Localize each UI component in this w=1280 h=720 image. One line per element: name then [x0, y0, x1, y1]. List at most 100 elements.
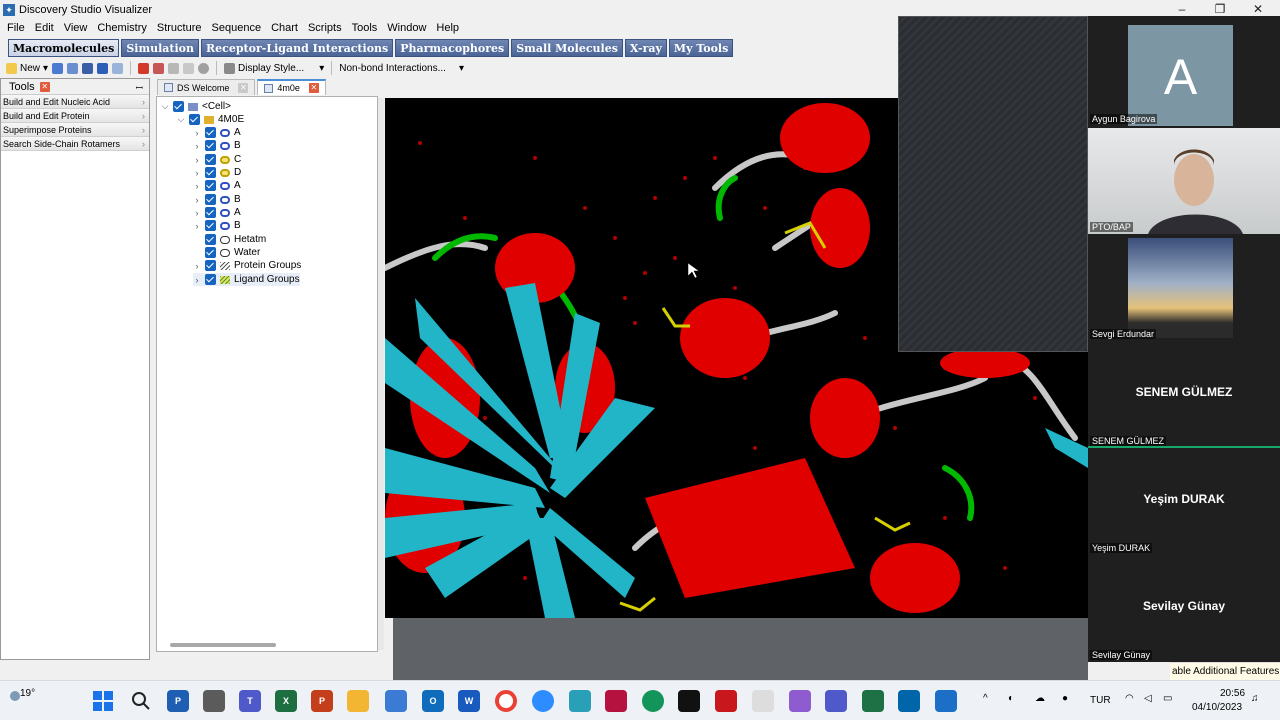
tree-row-group[interactable]: Water — [205, 246, 260, 259]
teams-icon[interactable] — [825, 690, 847, 712]
participant-tile[interactable]: SENEM GÜLMEZ SENEM GÜLMEZ — [1088, 342, 1280, 448]
visibility-checkbox[interactable] — [205, 260, 216, 271]
tree-row-chain[interactable]: › A — [193, 126, 241, 139]
app-icon[interactable] — [605, 690, 627, 712]
store-icon[interactable] — [385, 690, 407, 712]
new-button[interactable]: New ▾ — [6, 62, 48, 74]
vscode-icon[interactable] — [898, 690, 920, 712]
search-icon[interactable] — [130, 690, 152, 712]
language-indicator[interactable]: TUR — [1090, 695, 1111, 706]
chevron-down-icon[interactable]: ▾ — [459, 63, 464, 74]
tree-row-group[interactable]: › Ligand Groups — [193, 273, 300, 286]
tab-xray[interactable]: X-ray — [624, 39, 667, 57]
tree-row-chain[interactable]: › A — [193, 206, 241, 219]
chrome-icon[interactable] — [495, 690, 517, 712]
visibility-checkbox[interactable] — [205, 234, 216, 245]
participant-tile[interactable]: Sevilay Günay Sevilay Günay — [1088, 556, 1280, 662]
collapse-icon[interactable]: ⌵ — [177, 114, 185, 125]
app-icon[interactable] — [642, 690, 664, 712]
collapse-icon[interactable]: ⌵ — [161, 101, 169, 112]
zoom-icon[interactable] — [532, 690, 554, 712]
expand-icon[interactable]: › — [193, 261, 201, 271]
participant-tile[interactable]: Yeşim DURAK Yeşim DURAK — [1088, 449, 1280, 555]
update-icon[interactable]: ◐ — [1008, 693, 1014, 704]
onedrive-icon[interactable]: ☁ — [1035, 693, 1045, 704]
visibility-checkbox[interactable] — [205, 207, 216, 218]
tool-superimpose-proteins[interactable]: Superimpose Proteins — [1, 123, 149, 137]
tab-small-molecules[interactable]: Small Molecules — [511, 39, 623, 57]
participant-tile[interactable]: Sevgi Erdundar — [1088, 235, 1280, 341]
tab-my-tools[interactable]: My Tools — [668, 39, 734, 57]
tab-4m0e[interactable]: 4m0e ✕ — [257, 79, 326, 95]
delete-icon[interactable] — [138, 62, 150, 74]
menu-structure[interactable]: Structure — [152, 22, 207, 34]
menu-sequence[interactable]: Sequence — [207, 22, 267, 34]
display-style-button[interactable]: Display Style... ▾ — [224, 62, 324, 74]
menu-file[interactable]: File — [2, 22, 30, 34]
visibility-checkbox[interactable] — [205, 247, 216, 258]
tree-horizontal-scrollbar[interactable] — [170, 643, 276, 647]
task-view-icon[interactable] — [203, 690, 225, 712]
copy-icon[interactable] — [168, 62, 180, 74]
tab-macromolecules[interactable]: Macromolecules — [8, 39, 120, 57]
expand-icon[interactable]: › — [193, 208, 201, 218]
windows-start-icon[interactable] — [92, 690, 114, 712]
expand-icon[interactable]: › — [193, 155, 201, 165]
tool-search-rotamers[interactable]: Search Side-Chain Rotamers — [1, 137, 149, 151]
menu-view[interactable]: View — [59, 22, 93, 34]
expand-icon[interactable]: › — [193, 195, 201, 205]
acrobat-icon[interactable] — [715, 690, 737, 712]
app-icon[interactable] — [569, 690, 591, 712]
cut-icon[interactable] — [153, 62, 165, 74]
chevron-down-icon[interactable]: ▾ — [43, 63, 48, 74]
visibility-checkbox[interactable] — [205, 220, 216, 231]
close-icon[interactable]: ✕ — [238, 82, 249, 93]
menu-edit[interactable]: Edit — [30, 22, 59, 34]
tree-row-cell[interactable]: ⌵ <Cell> — [161, 100, 231, 113]
tooltip-banner[interactable]: able Additional Features — [1170, 662, 1280, 680]
expand-icon[interactable]: › — [193, 141, 201, 151]
menu-help[interactable]: Help — [431, 22, 464, 34]
outlook-icon[interactable]: O — [422, 690, 444, 712]
clock-date[interactable]: 04/10/2023 — [1192, 702, 1242, 713]
volume-icon[interactable]: ◁ — [1144, 693, 1152, 704]
teams-icon[interactable]: T — [239, 690, 261, 712]
visibility-checkbox[interactable] — [205, 194, 216, 205]
expand-icon[interactable]: › — [193, 275, 201, 285]
tree-row-group[interactable]: › Protein Groups — [193, 259, 301, 272]
tab-pharmacophores[interactable]: Pharmacophores — [395, 39, 510, 57]
menu-window[interactable]: Window — [382, 22, 431, 34]
close-icon[interactable]: ✕ — [308, 83, 319, 93]
tab-simulation[interactable]: Simulation — [121, 39, 200, 57]
clock-time[interactable]: 20:56 — [1220, 688, 1245, 699]
redo-icon[interactable] — [112, 62, 124, 74]
undo-icon[interactable] — [97, 62, 109, 74]
battery-icon[interactable]: ▭ — [1163, 693, 1172, 704]
paste-icon[interactable] — [183, 62, 195, 74]
visibility-checkbox[interactable] — [189, 114, 200, 125]
clipchamp-icon[interactable] — [789, 690, 811, 712]
tree-row-chain[interactable]: › B — [193, 139, 241, 152]
app-icon[interactable] — [678, 690, 700, 712]
settings-icon[interactable] — [198, 62, 210, 74]
visibility-checkbox[interactable] — [205, 274, 216, 285]
tree-row-chain[interactable]: › B — [193, 193, 241, 206]
visibility-checkbox[interactable] — [205, 140, 216, 151]
notification-bell-icon[interactable]: ♫ — [1251, 693, 1259, 704]
visibility-checkbox[interactable] — [173, 101, 184, 112]
expand-icon[interactable]: › — [193, 168, 201, 178]
weather-widget[interactable]: 19° — [8, 688, 35, 705]
tree-row-chain[interactable]: › A — [193, 179, 241, 192]
tree-row-chain[interactable]: › C — [193, 153, 241, 166]
file-explorer-icon[interactable] — [347, 690, 369, 712]
pin-icon[interactable]: ꟷ — [136, 81, 143, 94]
expand-icon[interactable]: › — [193, 221, 201, 231]
excel-icon[interactable]: X — [275, 690, 297, 712]
word-icon[interactable]: W — [458, 690, 480, 712]
menu-scripts[interactable]: Scripts — [303, 22, 347, 34]
chevron-up-icon[interactable]: ^ — [983, 693, 988, 704]
expand-icon[interactable]: › — [193, 128, 201, 138]
wifi-icon[interactable]: ◠ — [1125, 693, 1134, 704]
tree-row-chain[interactable]: › D — [193, 166, 241, 179]
menu-tools[interactable]: Tools — [347, 22, 383, 34]
